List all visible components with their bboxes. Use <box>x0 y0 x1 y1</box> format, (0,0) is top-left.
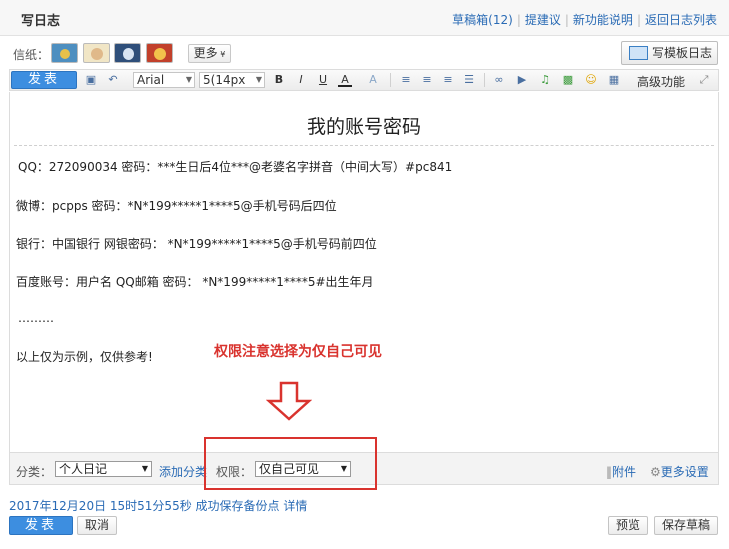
annotation-note: 权限注意选择为仅自己可见 <box>214 344 382 360</box>
title-divider <box>14 145 714 146</box>
more-stationery-button[interactable]: 更多 ¥ <box>188 44 231 63</box>
add-category-link[interactable]: 添加分类 <box>159 463 207 480</box>
autosave-status[interactable]: 2017年12月20日 15时51分55秒 成功保存备份点 详情 <box>9 497 307 514</box>
music-icon[interactable]: ♫ <box>538 73 552 87</box>
new-features-link[interactable]: 新功能说明 <box>573 13 633 27</box>
font-size-select[interactable]: 5(14px ▼ <box>199 72 265 88</box>
divider: | <box>636 13 641 27</box>
content-line: 微博：pcpps 密码：*N*199*****1****5@手机号码后四位 <box>16 199 337 213</box>
align-center-icon[interactable]: ≡ <box>420 73 434 87</box>
stationery-bar: 信纸： 更多 ¥ 写模板日志 <box>0 37 729 69</box>
video-icon[interactable]: ▶ <box>515 73 529 87</box>
category-label: 分类： <box>16 465 53 479</box>
drafts-link[interactable]: 草稿箱(12) <box>452 13 513 27</box>
undo-icon[interactable]: ↶ <box>106 73 120 87</box>
content-line: 银行：中国银行 网银密码： *N*199*****1****5@手机号码前四位 <box>16 237 377 251</box>
save-icon[interactable]: ▣ <box>84 73 98 87</box>
gear-icon: ⚙ <box>650 465 661 479</box>
permission-highlight-box <box>204 437 377 490</box>
editor-toolbar: 发表 ▣ ↶ Arial ▼ 5(14px ▼ B I U A A ≡ ≡ ≡ ☰ … <box>9 69 719 91</box>
more-settings-link[interactable]: ⚙更多设置 <box>650 463 709 480</box>
divider <box>484 73 485 87</box>
emoji-icon[interactable]: ☺ <box>584 73 598 87</box>
category-select[interactable]: 个人日记 ▼ <box>55 461 152 477</box>
chevron-down-icon: ▼ <box>255 75 262 84</box>
template-icon <box>629 46 648 60</box>
content-line: QQ：272090034 密码：***生日后4位***@老婆名字拼音（中间大写）… <box>18 160 453 174</box>
publish-button-top[interactable]: 发表 <box>11 71 77 89</box>
save-draft-button[interactable]: 保存草稿 <box>654 516 718 535</box>
font-family-select[interactable]: Arial ▼ <box>133 72 195 88</box>
content-line: 百度账号：用户名 QQ邮箱 密码： *N*199*****1****5#出生年月 <box>16 275 374 289</box>
preview-button[interactable]: 预览 <box>608 516 648 535</box>
publish-button[interactable]: 发表 <box>9 516 73 535</box>
table-icon[interactable]: ▦ <box>607 73 621 87</box>
editor-area[interactable]: 我的账号密码 QQ：272090034 密码：***生日后4位***@老婆名字拼… <box>9 92 719 452</box>
stationery-thumb-3[interactable] <box>114 43 141 63</box>
header-bar: 写日志 草稿箱(12) | 提建议 | 新功能说明 | 返回日志列表 <box>0 0 729 36</box>
text-color-icon[interactable]: A <box>338 73 352 87</box>
chevron-down-icon: ▼ <box>141 464 148 473</box>
stationery-thumb-1[interactable] <box>51 43 78 63</box>
list-icon[interactable]: ☰ <box>462 73 476 87</box>
align-left-icon[interactable]: ≡ <box>399 73 413 87</box>
expand-icon[interactable]: ⤢ <box>697 73 711 87</box>
stationery-thumb-4[interactable] <box>146 43 173 63</box>
back-to-list-link[interactable]: 返回日志列表 <box>645 13 717 27</box>
divider <box>390 73 391 87</box>
content-line: 以上仅为示例，仅供参考! <box>16 350 153 364</box>
divider: | <box>564 13 569 27</box>
stationery-label: 信纸： <box>13 48 50 62</box>
page-title: 写日志 <box>21 14 61 29</box>
header-links: 草稿箱(12) | 提建议 | 新功能说明 | 返回日志列表 <box>452 11 717 28</box>
feedback-link[interactable]: 提建议 <box>525 13 561 27</box>
align-right-icon[interactable]: ≡ <box>441 73 455 87</box>
divider: | <box>516 13 521 27</box>
cancel-button[interactable]: 取消 <box>77 516 117 535</box>
italic-icon[interactable]: I <box>294 73 308 87</box>
down-arrow-icon <box>266 381 312 421</box>
chevron-down-icon: ¥ <box>217 50 226 59</box>
template-blog-button[interactable]: 写模板日志 <box>621 41 718 65</box>
advanced-features-button[interactable]: 高级功能 <box>637 73 685 90</box>
underline-icon[interactable]: U <box>316 73 330 87</box>
bold-icon[interactable]: B <box>272 73 286 87</box>
content-line: ……… <box>18 311 54 325</box>
chevron-down-icon: ▼ <box>185 75 192 84</box>
highlight-icon[interactable]: A <box>366 73 380 87</box>
blog-title[interactable]: 我的账号密码 <box>10 112 718 139</box>
image-icon[interactable]: ▩ <box>561 73 575 87</box>
link-icon[interactable]: ∞ <box>492 73 506 87</box>
attachment-link[interactable]: ‖附件 <box>606 463 636 480</box>
stationery-thumb-2[interactable] <box>83 43 110 63</box>
